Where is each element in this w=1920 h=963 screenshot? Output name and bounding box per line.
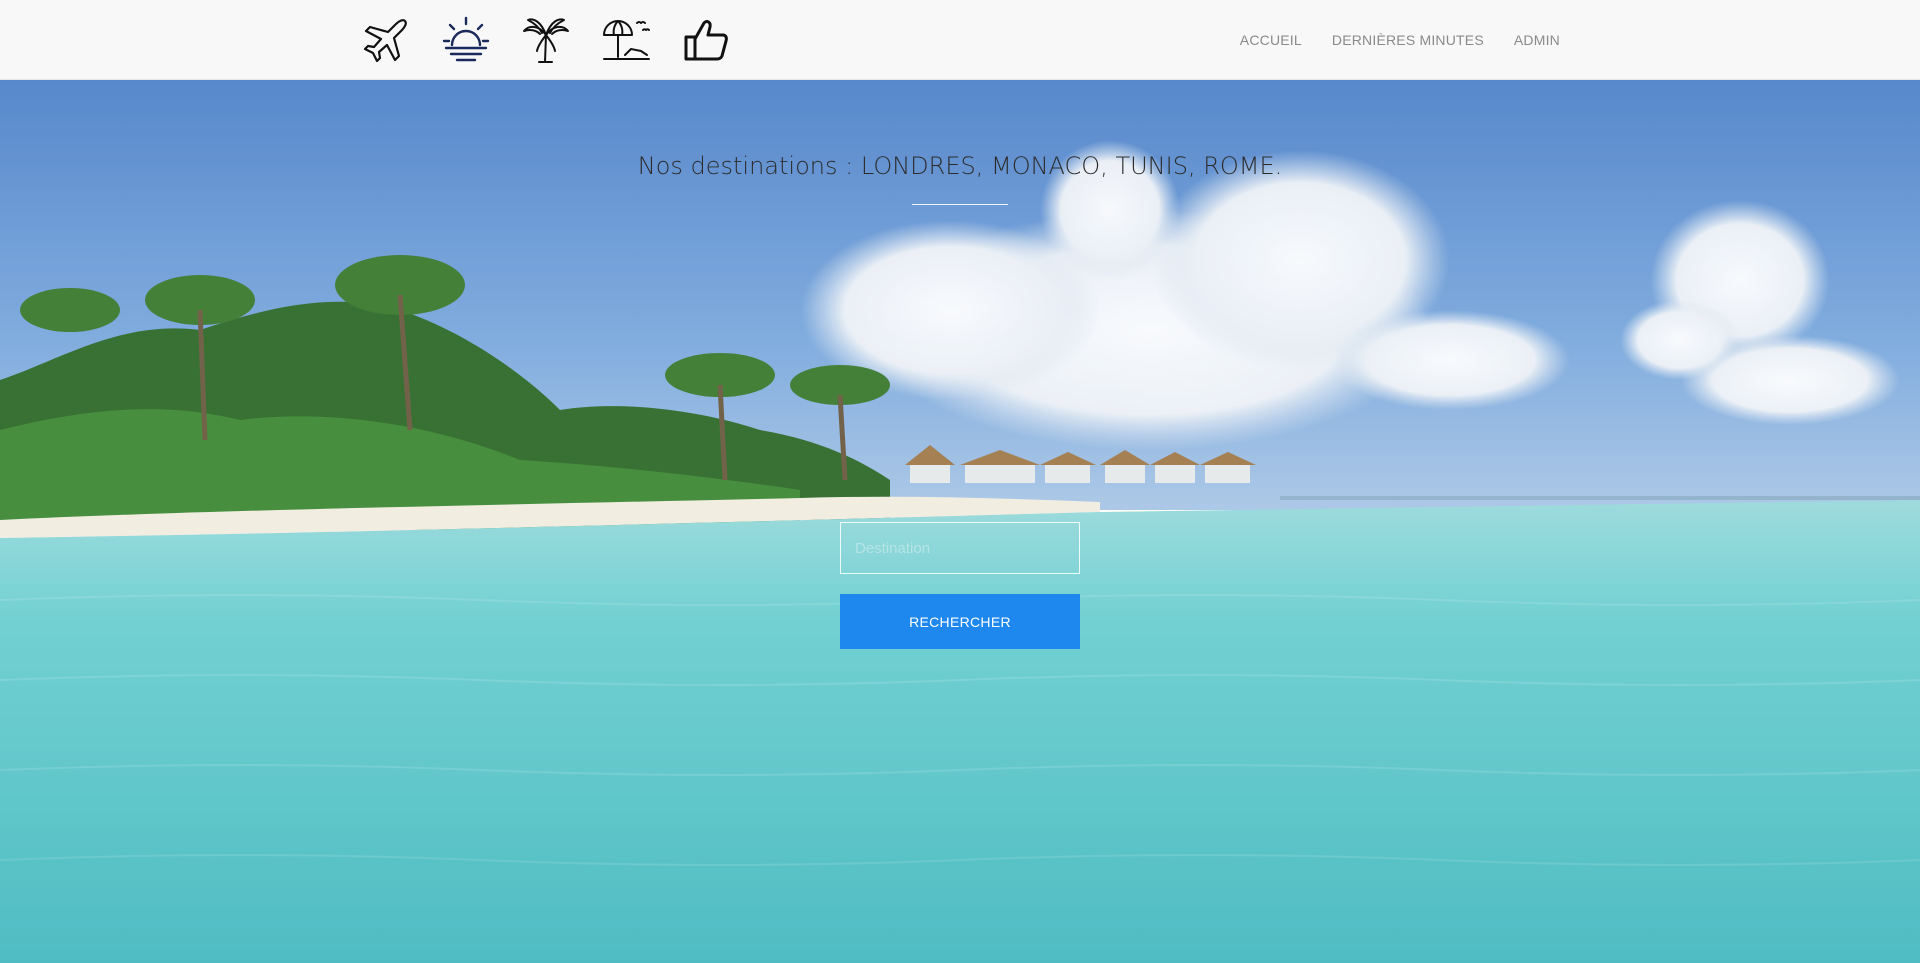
airplane-icon[interactable]	[360, 14, 412, 66]
top-navbar: ACCUEIL DERNIÈRES MINUTES ADMIN	[0, 0, 1920, 80]
nav-dernieres-minutes[interactable]: DERNIÈRES MINUTES	[1332, 32, 1484, 48]
logo-icons	[360, 14, 760, 66]
nav-accueil[interactable]: ACCUEIL	[1240, 32, 1302, 48]
nav-admin[interactable]: ADMIN	[1514, 32, 1560, 48]
main-nav: ACCUEIL DERNIÈRES MINUTES ADMIN	[1210, 0, 1560, 80]
page-title: Nos destinations : LONDRES, MONACO, TUNI…	[637, 152, 1283, 180]
title-divider	[912, 204, 1008, 205]
search-button[interactable]: RECHERCHER	[840, 594, 1080, 649]
destination-search-input[interactable]	[840, 522, 1080, 574]
palm-tree-icon[interactable]	[520, 14, 572, 66]
beach-umbrella-icon[interactable]	[600, 14, 652, 66]
sunrise-icon[interactable]	[440, 14, 492, 66]
thumbs-up-icon[interactable]	[680, 14, 732, 66]
hero-section: Nos destinations : LONDRES, MONACO, TUNI…	[0, 80, 1920, 963]
